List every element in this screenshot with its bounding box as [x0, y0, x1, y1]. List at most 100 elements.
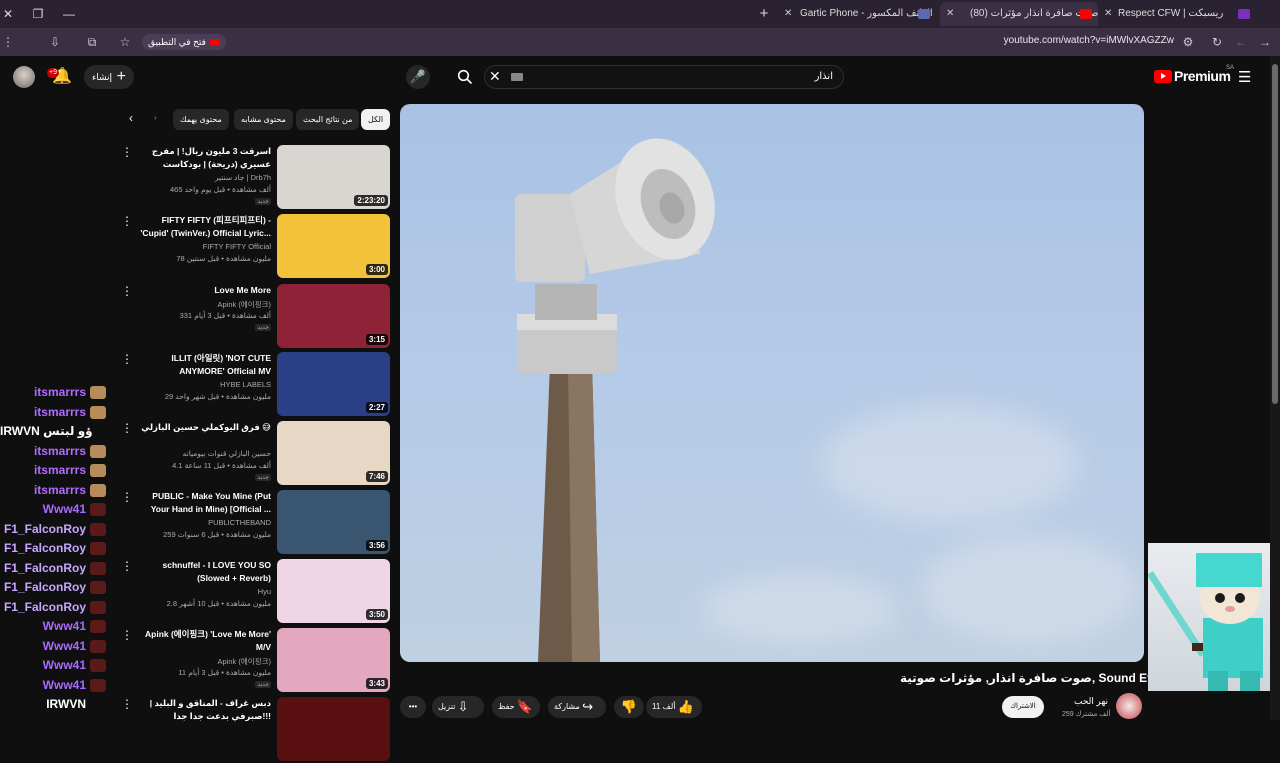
more-options-icon[interactable]: ⋮	[121, 214, 133, 228]
chip-all[interactable]: الكل	[361, 109, 391, 130]
recommendation-item[interactable]: ⋮ 2:23:20 اسرقت 3 مليون ريال! | مفرج عسيري…	[116, 145, 392, 211]
close-tab-icon[interactable]: ✕	[946, 2, 954, 26]
channel-avatar[interactable]	[1116, 693, 1142, 719]
more-actions-button[interactable]: •••	[400, 696, 426, 718]
more-options-icon[interactable]: ⋮	[121, 284, 133, 298]
address-bar-url[interactable]: youtube.com/watch?v=iMWlvXAGZZw	[1004, 35, 1174, 46]
recommendation-item[interactable]: ⋮ دبس غراف - المناقق و البليد | صبرفي بدع…	[116, 697, 392, 763]
tab-gartic-phone[interactable]: ✕ Gartic Phone - الهاتف المكسور	[778, 2, 938, 26]
video-title[interactable]: اسرقت 3 مليون ريال! | مفرج عسيري (دريحة)…	[139, 145, 271, 173]
forward-icon[interactable]: ←	[1233, 34, 1249, 50]
video-thumbnail[interactable]: 3:56	[277, 490, 390, 554]
dislike-button[interactable]: 👎	[614, 696, 644, 718]
close-tab-icon[interactable]: ✕	[784, 2, 792, 26]
tab-youtube-active[interactable]: ✕ (80) صوت صافرة انذار مؤثرات	[940, 2, 1098, 26]
share-button[interactable]: مشاركة ↪	[548, 696, 606, 718]
bookmark-star-icon[interactable]: ☆	[117, 34, 133, 50]
save-button[interactable]: حفظ 🔖	[492, 696, 540, 718]
more-options-icon[interactable]: ⋮	[121, 145, 133, 159]
recommendation-item[interactable]: ⋮ 3:43 Apink (에이핑크) 'Love Me More' M/V Apin…	[116, 628, 392, 694]
reload-icon[interactable]: ↻	[1209, 34, 1225, 50]
like-button[interactable]: 11 ألف 👍	[646, 696, 702, 718]
more-options-icon[interactable]: ⋮	[121, 697, 133, 711]
new-tab-button[interactable]: +	[756, 6, 772, 22]
more-options-icon[interactable]: ⋮	[121, 559, 133, 573]
recommendation-item[interactable]: ⋮ 2:27 ILLIT (아일릿) 'NOT CUTE ANYMORE' Offi…	[116, 352, 392, 418]
more-options-icon[interactable]: ⋮	[121, 490, 133, 504]
close-window-icon[interactable]: ✕	[0, 6, 16, 22]
channel-name[interactable]: Apink (에이핑크)	[218, 656, 271, 667]
channel-name[interactable]: جاد سنتير | Drb7h	[215, 173, 271, 182]
recommendation-item[interactable]: ⋮ 3:00 FIFTY FIFTY (피프티피프티) - 'Cupid' (Twi…	[116, 214, 392, 280]
recommendation-item[interactable]: ⋮ 3:15 Love Me More Apink (에이핑크) 331 ألف مشا…	[116, 284, 392, 350]
browser-menu-icon[interactable]: ⋮	[0, 34, 16, 50]
video-title[interactable]: Apink (에이핑크) 'Love Me More' M/V	[139, 628, 271, 654]
tab-respect-cfw[interactable]: ✕ Respect CFW | ريسبكت	[1100, 2, 1250, 26]
chat-emote-icon	[90, 620, 106, 633]
guide-menu-icon[interactable]: ☰	[1238, 68, 1251, 86]
browser-tab-strip: ✕ ❐ — + ✕ Gartic Phone - الهاتف المكسور …	[0, 0, 1280, 28]
video-thumbnail[interactable]: 3:15	[277, 284, 390, 348]
recommendation-item[interactable]: ⋮ 7:46 فرق اليوكملي حسين البازلي 😅 حسين الب…	[116, 421, 392, 487]
chat-username: Www41	[42, 619, 86, 633]
chips-next-arrow-icon[interactable]: ‹	[129, 111, 133, 125]
clear-search-icon[interactable]: ✕	[489, 68, 501, 85]
recommendation-item[interactable]: ⋮ 3:50 schnuffel - I LOVE YOU SO (Slowed +…	[116, 559, 392, 625]
youtube-icon	[209, 39, 220, 47]
download-button[interactable]: تنزيل ⇩	[432, 696, 484, 718]
search-button[interactable]	[450, 64, 480, 90]
subscribe-button[interactable]: الاشتراك	[1002, 696, 1044, 718]
video-title[interactable]: ILLIT (아일릿) 'NOT CUTE ANYMORE' Official …	[139, 352, 271, 378]
video-title[interactable]: PUBLIC - Make You Mine (Put Your Hand in…	[139, 490, 271, 516]
account-avatar[interactable]	[13, 66, 35, 88]
page-scrollbar[interactable]	[1270, 56, 1280, 720]
recommendation-item[interactable]: ⋮ 3:56 PUBLIC - Make You Mine (Put Your Ha…	[116, 490, 392, 556]
video-meta: 331 ألف مشاهدة • قبل 3 أيام	[179, 311, 271, 320]
new-badge: جديد	[255, 681, 271, 688]
chip-related[interactable]: محتوى مشابه	[234, 109, 293, 130]
video-title[interactable]: FIFTY FIFTY (피프티피프티) - 'Cupid' (TwinVer.…	[139, 214, 271, 240]
voice-search-mic-icon[interactable]: 🎤	[406, 65, 430, 89]
video-thumbnail[interactable]: 3:50	[277, 559, 390, 623]
video-player[interactable]	[400, 104, 1144, 662]
logo-text: Premium	[1174, 68, 1231, 84]
channel-name[interactable]: نهر الحب	[1074, 696, 1108, 707]
more-options-icon[interactable]: ⋮	[121, 628, 133, 642]
more-options-icon[interactable]: ⋮	[121, 352, 133, 366]
video-title[interactable]: دبس غراف - المناقق و البليد | صبرفي بدعت…	[139, 697, 271, 723]
channel-name[interactable]: PUBLICTHEBAND	[208, 518, 271, 527]
channel-name[interactable]: FIFTY FIFTY Official	[203, 242, 271, 251]
video-thumbnail[interactable]: 2:23:20	[277, 145, 390, 209]
channel-name[interactable]: حسين البازلي قنوات بيومياته	[183, 449, 271, 458]
create-button[interactable]: إنشاء +	[84, 65, 134, 89]
video-thumbnail[interactable]: 3:43	[277, 628, 390, 692]
minimize-window-icon[interactable]: —	[61, 6, 77, 22]
chip-for-you[interactable]: محتوى يهمك	[173, 109, 229, 130]
video-title[interactable]: Love Me More	[139, 284, 271, 297]
channel-name[interactable]: Apink (에이핑크)	[218, 299, 271, 310]
close-tab-icon[interactable]: ✕	[1104, 2, 1112, 26]
channel-name[interactable]: Hyu	[258, 587, 271, 596]
video-thumbnail[interactable]: 2:27	[277, 352, 390, 416]
back-icon[interactable]: →	[1257, 34, 1273, 50]
downloads-icon[interactable]: ⇩	[47, 34, 63, 50]
keyboard-icon[interactable]	[511, 73, 523, 81]
video-thumbnail[interactable]: 3:00	[277, 214, 390, 278]
open-in-app-button[interactable]: فتح في التطبيق	[142, 34, 226, 50]
channel-name[interactable]: HYBE LABELS	[220, 380, 271, 389]
video-title: صوت صافرة انذار, مؤثرات صوتية, Sound Eff…	[900, 671, 1180, 685]
extensions-puzzle-icon[interactable]: ⧉	[84, 34, 100, 50]
more-options-icon[interactable]: ⋮	[121, 421, 133, 435]
chat-username: Www41	[42, 677, 86, 692]
video-title[interactable]: فرق اليوكملي حسين البازلي 😅	[139, 421, 271, 434]
video-title[interactable]: schnuffel - I LOVE YOU SO (Slowed + Reve…	[139, 559, 271, 585]
restore-window-icon[interactable]: ❐	[30, 6, 46, 22]
chip-from-search[interactable]: من نتائج البحث	[296, 109, 360, 130]
scrollbar-thumb[interactable]	[1272, 64, 1278, 404]
video-thumbnail[interactable]: 7:46	[277, 421, 390, 485]
subscriber-count: 259 ألف مشترك	[1062, 711, 1111, 718]
browser-toolbar: ⋮ P ⇩ ⧉ ☆ فتح في التطبيق youtube.com/wat…	[0, 28, 1280, 76]
search-input[interactable]: ✕ انذار	[484, 65, 844, 89]
video-thumbnail[interactable]	[277, 697, 390, 761]
site-settings-icon[interactable]: ⚙	[1180, 34, 1196, 50]
